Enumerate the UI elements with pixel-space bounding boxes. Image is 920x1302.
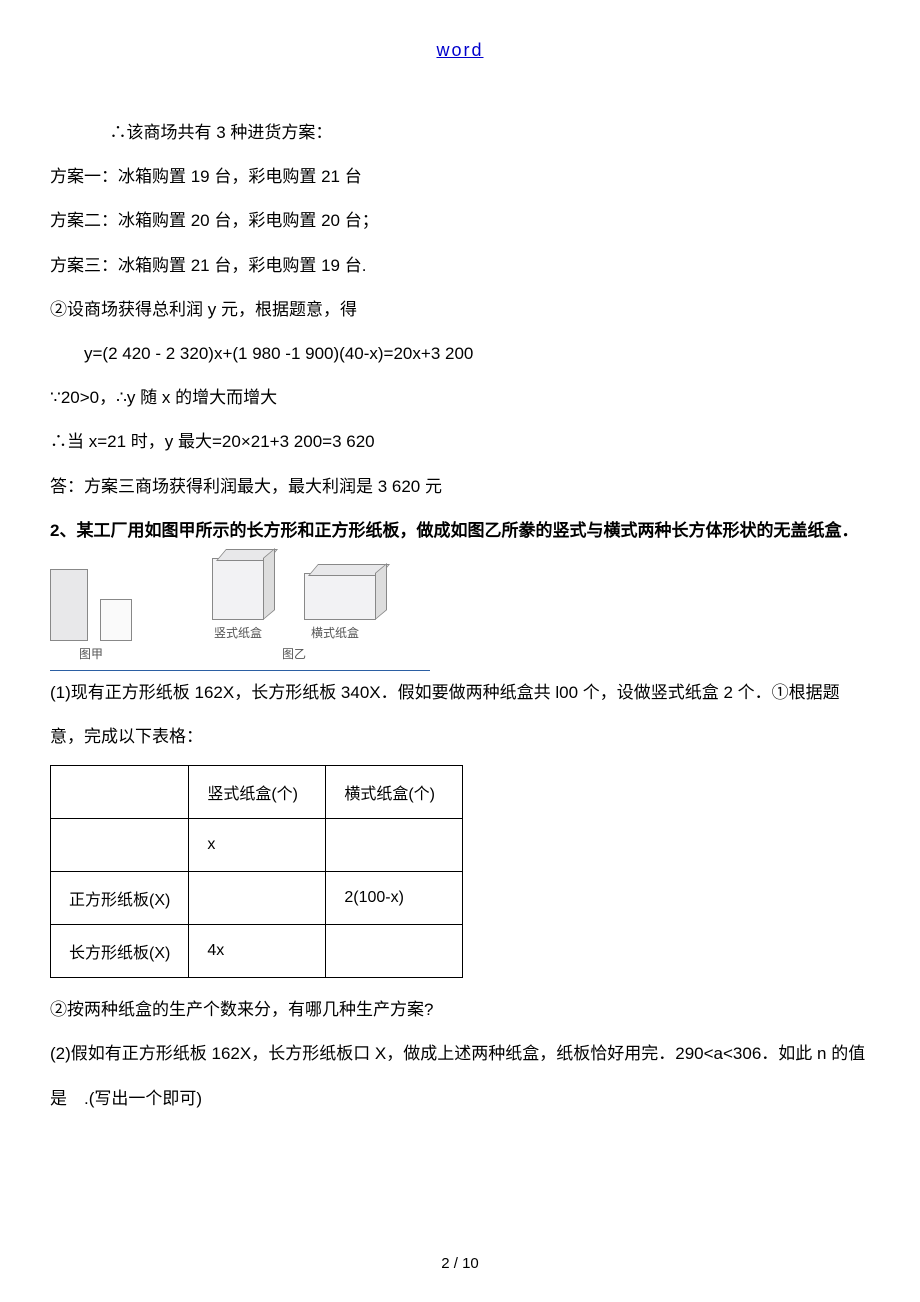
page: word ∴该商场共有 3 种进货方案： 方案一：冰箱购置 19 台，彩电购置 …: [0, 0, 920, 1302]
table-row: 长方形纸板(X) 4x: [51, 925, 463, 978]
figure-caption: 图乙: [282, 645, 306, 662]
text-line: ②设商场获得总利润 y 元，根据题意，得: [50, 288, 870, 332]
table-cell: 横式纸盒(个): [326, 766, 463, 819]
figure-caption: 横式纸盒: [311, 624, 359, 641]
table-cell: 4x: [189, 925, 326, 978]
table-cell: x: [189, 819, 326, 872]
text-line: 方案三：冰箱购置 21 台，彩电购置 19 台.: [50, 244, 870, 288]
text-line: 方案一：冰箱购置 19 台，彩电购置 21 台: [50, 155, 870, 199]
text-line: 答：方案三商场获得利润最大，最大利润是 3 620 元: [50, 465, 870, 509]
header-title: word: [50, 40, 870, 61]
figure-yi: 竖式纸盒 横式纸盒 图乙: [212, 561, 376, 662]
table-row: x: [51, 819, 463, 872]
vertical-box-icon: [212, 558, 264, 620]
figure-caption: 竖式纸盒: [214, 624, 262, 641]
formula-line: y=(2 420 - 2 320)x+(1 980 -1 900)(40-x)=…: [50, 332, 870, 376]
text-line: 方案二：冰箱购置 20 台，彩电购置 20 台；: [50, 199, 870, 243]
text-line: ∴该商场共有 3 种进货方案：: [50, 111, 870, 155]
question-2-2: ②按两种纸盒的生产个数来分，有哪几种生产方案?: [50, 988, 870, 1032]
figure-caption: 图甲: [79, 645, 103, 662]
table-cell: 长方形纸板(X): [51, 925, 189, 978]
question-2-3: (2)假如有正方形纸板 162X，长方形纸板口 X，做成上述两种纸盒，纸板恰好用…: [50, 1032, 870, 1120]
text-line: ∵20>0，∴y 随 x 的增大而增大: [50, 376, 870, 420]
page-footer: 2 / 10: [0, 1255, 920, 1272]
table-cell: 正方形纸板(X): [51, 872, 189, 925]
table-row: 正方形纸板(X) 2(100-x): [51, 872, 463, 925]
table-cell: [189, 872, 326, 925]
figure-row: 图甲 竖式纸盒 横式纸盒 图乙: [50, 561, 870, 662]
table-cell: 竖式纸盒(个): [189, 766, 326, 819]
figure-jia: 图甲: [50, 561, 132, 662]
answer-table: 竖式纸盒(个) 横式纸盒(个) x 正方形纸板(X) 2(100-x) 长方形纸…: [50, 765, 463, 978]
question-2-heading: 2、某工厂用如图甲所示的长方形和正方形纸板，做成如图乙所豢的竖式与横式两种长方体…: [50, 509, 870, 553]
table-cell: [326, 819, 463, 872]
rectangle-shape: [50, 569, 88, 641]
table-cell: 2(100-x): [326, 872, 463, 925]
square-shape: [100, 599, 132, 641]
question-2-1: (1)现有正方形纸板 162X，长方形纸板 340X．假如要做两种纸盒共 l00…: [50, 671, 870, 759]
text-line: ∴当 x=21 时，y 最大=20×21+3 200=3 620: [50, 420, 870, 464]
horizontal-box-icon: [304, 573, 376, 620]
table-cell: [51, 766, 189, 819]
table-cell: [51, 819, 189, 872]
table-cell: [326, 925, 463, 978]
table-row: 竖式纸盒(个) 横式纸盒(个): [51, 766, 463, 819]
